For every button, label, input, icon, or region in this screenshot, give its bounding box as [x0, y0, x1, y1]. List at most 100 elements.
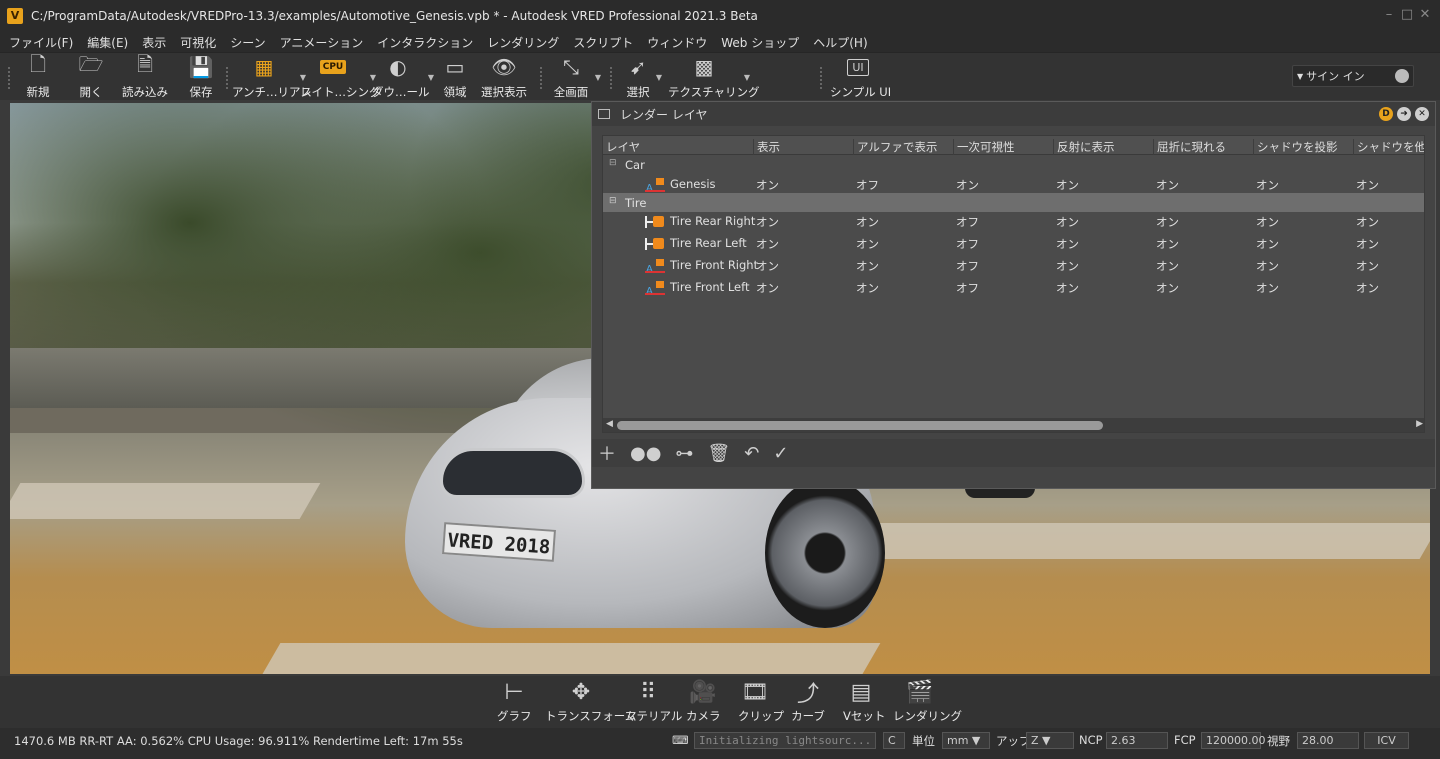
menu-interaction[interactable]: インタラクション: [377, 34, 473, 51]
scrollbar-thumb[interactable]: [617, 421, 1103, 430]
menu-window[interactable]: ウィンドウ: [647, 34, 707, 51]
rendering-button[interactable]: 🎬 レンダリング: [893, 676, 962, 728]
camera-button[interactable]: 🎥 カメラ: [686, 676, 721, 728]
group-row[interactable]: ⊟ Car: [603, 155, 1424, 174]
new-button[interactable]: 🗋 新規: [22, 52, 54, 101]
folder-icon: 🗁: [78, 52, 104, 76]
col-primary[interactable]: 一次可視性: [953, 139, 1053, 155]
close-icon[interactable]: ✕: [1418, 8, 1432, 22]
open-button[interactable]: 🗁 開く: [76, 52, 106, 101]
antialias-button[interactable]: ▦ アンチ…リアス ▼: [232, 53, 312, 101]
menu-rendering[interactable]: レンダリング: [487, 34, 559, 51]
select-button[interactable]: ➹ 選択 ▼: [624, 53, 663, 101]
menu-edit[interactable]: 編集(E): [87, 34, 128, 51]
arrow-right-icon[interactable]: ➜: [1397, 107, 1411, 121]
undo-icon[interactable]: ↶: [744, 443, 759, 464]
up-axis-select[interactable]: Z ▼: [1026, 732, 1074, 749]
layer-icon: A: [645, 280, 665, 297]
material-layer-icon: [645, 214, 665, 229]
scroll-left-icon[interactable]: ◀: [606, 419, 613, 429]
toolbar-grip[interactable]: [226, 67, 229, 89]
col-receive-shadow[interactable]: シャドウを他から: [1353, 139, 1424, 155]
table-row[interactable]: A Tire Front Left オン オン オフ オン オン オン オン: [603, 277, 1424, 297]
table-row[interactable]: A Tire Front Right オン オン オフ オン オン オン オン: [603, 255, 1424, 275]
group-row[interactable]: ⊟ Tire: [603, 193, 1424, 212]
sign-in-dropdown[interactable]: ▼ サイン イン: [1292, 65, 1414, 87]
vset-button[interactable]: ▤ Vセット: [843, 676, 885, 728]
menu-animation[interactable]: アニメーション: [280, 34, 364, 51]
collapse-icon[interactable]: ⊟: [609, 158, 617, 168]
clip-button[interactable]: 🎞 クリップ: [738, 676, 784, 728]
toolbar-grip[interactable]: [820, 67, 823, 89]
col-cast-shadow[interactable]: シャドウを投影: [1253, 139, 1353, 155]
menu-help[interactable]: ヘルプ(H): [813, 34, 867, 51]
table-row[interactable]: Tire Rear Left オン オン オフ オン オン オン オン: [603, 233, 1424, 252]
col-reflection[interactable]: 反射に表示: [1053, 139, 1153, 155]
panel-header[interactable]: レンダー レイヤ D ➜ ✕: [592, 102, 1435, 126]
fcp-input[interactable]: 120000.00: [1201, 732, 1266, 749]
col-layer[interactable]: レイヤ: [603, 139, 753, 155]
clapper-icon: 🎬: [906, 679, 934, 705]
chevron-down-icon[interactable]: ▼: [428, 73, 434, 82]
texturing-button[interactable]: ▩ テクスチャリング ▼: [668, 53, 760, 101]
fullscreen-button[interactable]: ⤡ 全画面 ▼: [551, 53, 601, 101]
import-button[interactable]: 🗎 読み込み: [120, 52, 170, 101]
menu-visualization[interactable]: 可視化: [180, 34, 216, 51]
maximize-icon[interactable]: □: [1400, 8, 1414, 22]
save-button[interactable]: 💾 保存: [186, 53, 216, 101]
collapse-icon[interactable]: ⊟: [609, 196, 617, 206]
toolbar-grip[interactable]: [540, 67, 543, 89]
menu-view[interactable]: 表示: [142, 34, 166, 51]
dock-icon[interactable]: D: [1379, 107, 1393, 121]
col-refraction[interactable]: 屈折に現れる: [1153, 139, 1253, 155]
unit-select[interactable]: mm ▼: [942, 732, 990, 749]
select-display-button[interactable]: 👁 選択表示: [478, 53, 530, 101]
menu-file[interactable]: ファイル(F): [9, 34, 73, 51]
download-button[interactable]: ◐ ダウ…ール ▼: [372, 53, 434, 101]
icv-button[interactable]: ICV: [1364, 732, 1409, 749]
toolbar-grip[interactable]: [8, 67, 11, 89]
terminal-icon[interactable]: ⌨: [672, 733, 689, 747]
chevron-down-icon[interactable]: ▼: [656, 73, 662, 82]
film-icon: 🎞: [741, 679, 769, 705]
check-icon[interactable]: ✓: [773, 443, 788, 464]
region-icon: ▭: [445, 55, 465, 79]
raytracing-button[interactable]: CPU レイト…シング ▼: [300, 53, 381, 101]
chevron-down-icon[interactable]: ▼: [744, 73, 750, 82]
transform-button[interactable]: ✥ トランスフォーム: [545, 676, 636, 728]
reset-icon[interactable]: C: [883, 732, 905, 749]
import-icon: 🗎: [136, 52, 154, 76]
chevron-down-icon[interactable]: ▼: [595, 73, 601, 82]
close-icon[interactable]: ✕: [1415, 107, 1429, 121]
menu-script[interactable]: スクリプト: [573, 34, 633, 51]
layer-table: レイヤ 表示 アルファで表示 一次可視性 反射に表示 屈折に現れる シャドウを投…: [602, 135, 1425, 433]
trash-icon[interactable]: 🗑: [707, 443, 730, 464]
user-icon: [1395, 69, 1409, 83]
col-visible[interactable]: 表示: [753, 139, 853, 155]
render-layer-panel: レンダー レイヤ D ➜ ✕ レイヤ 表示 アルファで表示 一次可視性 反射に表…: [591, 101, 1436, 489]
cpu-icon: CPU: [319, 60, 347, 74]
minimize-icon[interactable]: –: [1382, 8, 1396, 22]
ncp-input[interactable]: 2.63: [1106, 732, 1168, 749]
region-button[interactable]: ▭ 領域: [440, 53, 470, 101]
merge-icon[interactable]: ●●: [630, 443, 661, 464]
license-plate: VRED 2018: [442, 522, 556, 562]
status-text: 1470.6 MB RR-RT AA: 0.562% CPU Usage: 96…: [14, 734, 463, 748]
col-alpha[interactable]: アルファで表示: [853, 139, 953, 155]
find-icon[interactable]: ⊶: [675, 443, 693, 464]
checker-icon: ▩: [694, 55, 714, 79]
fov-input[interactable]: 28.00: [1297, 732, 1359, 749]
scroll-right-icon[interactable]: ▶: [1416, 419, 1423, 429]
simple-ui-button[interactable]: UI シンプル UI: [830, 53, 891, 101]
menu-scene[interactable]: シーン: [230, 34, 265, 51]
material-button[interactable]: ⠿ マテリアル: [625, 676, 682, 728]
add-layer-icon[interactable]: ＋: [598, 440, 616, 466]
car-grille: [440, 448, 585, 498]
table-row[interactable]: A Genesis オン オフ オン オン オン オン オン: [603, 174, 1424, 194]
graph-button[interactable]: ⊢ グラフ: [497, 676, 532, 728]
curve-button[interactable]: ⤴ カーブ: [791, 676, 825, 728]
table-row[interactable]: Tire Rear Right オン オン オフ オン オン オン オン: [603, 211, 1424, 230]
menu-webshop[interactable]: Web ショップ: [721, 34, 799, 51]
toolbar-grip[interactable]: [610, 67, 613, 89]
horizontal-scrollbar[interactable]: ◀ ▶: [603, 418, 1424, 432]
